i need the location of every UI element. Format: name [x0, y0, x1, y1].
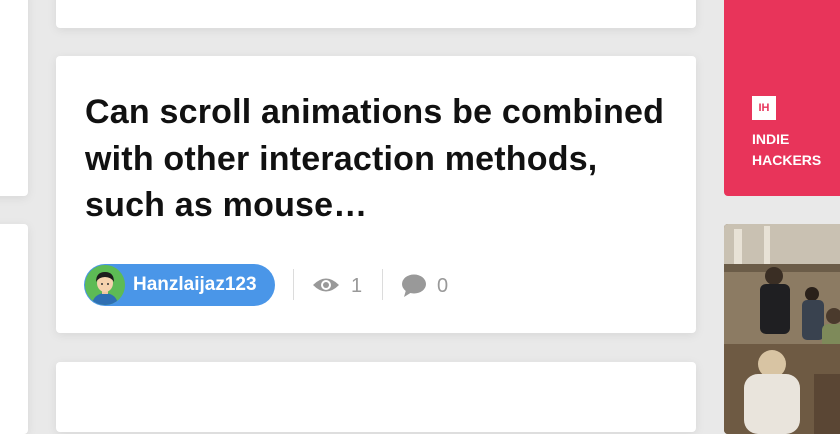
- feed-card-previous[interactable]: [56, 0, 696, 28]
- comment-count: 0: [437, 275, 449, 297]
- ih-label: INDIE HACKERS: [752, 131, 822, 168]
- post-title[interactable]: Can scroll animations be combined with o…: [85, 89, 675, 229]
- author-link[interactable]: Hanzlaijaz123: [84, 264, 275, 306]
- comment-icon: [401, 273, 427, 304]
- ih-logo: IH: [752, 96, 776, 120]
- indie-hackers-ad[interactable]: IH INDIE HACKERS: [724, 0, 840, 196]
- meta-divider: [293, 269, 294, 300]
- author-name: Hanzlaijaz123: [133, 274, 257, 295]
- author-avatar: [85, 265, 125, 305]
- sidebar-photo-ad[interactable]: [724, 224, 840, 434]
- cafe-photo: [724, 224, 840, 434]
- post-card[interactable]: Can scroll animations be combined with o…: [56, 56, 696, 333]
- view-count: 1: [351, 275, 363, 297]
- meta-divider: [382, 269, 383, 300]
- feed-card-left-top[interactable]: [0, 0, 28, 196]
- feed-card-next[interactable]: [56, 362, 696, 432]
- feed-card-left-bottom[interactable]: [0, 224, 28, 434]
- post-meta: Hanzlaijaz123 1 0: [84, 264, 684, 306]
- eye-icon: [312, 276, 340, 299]
